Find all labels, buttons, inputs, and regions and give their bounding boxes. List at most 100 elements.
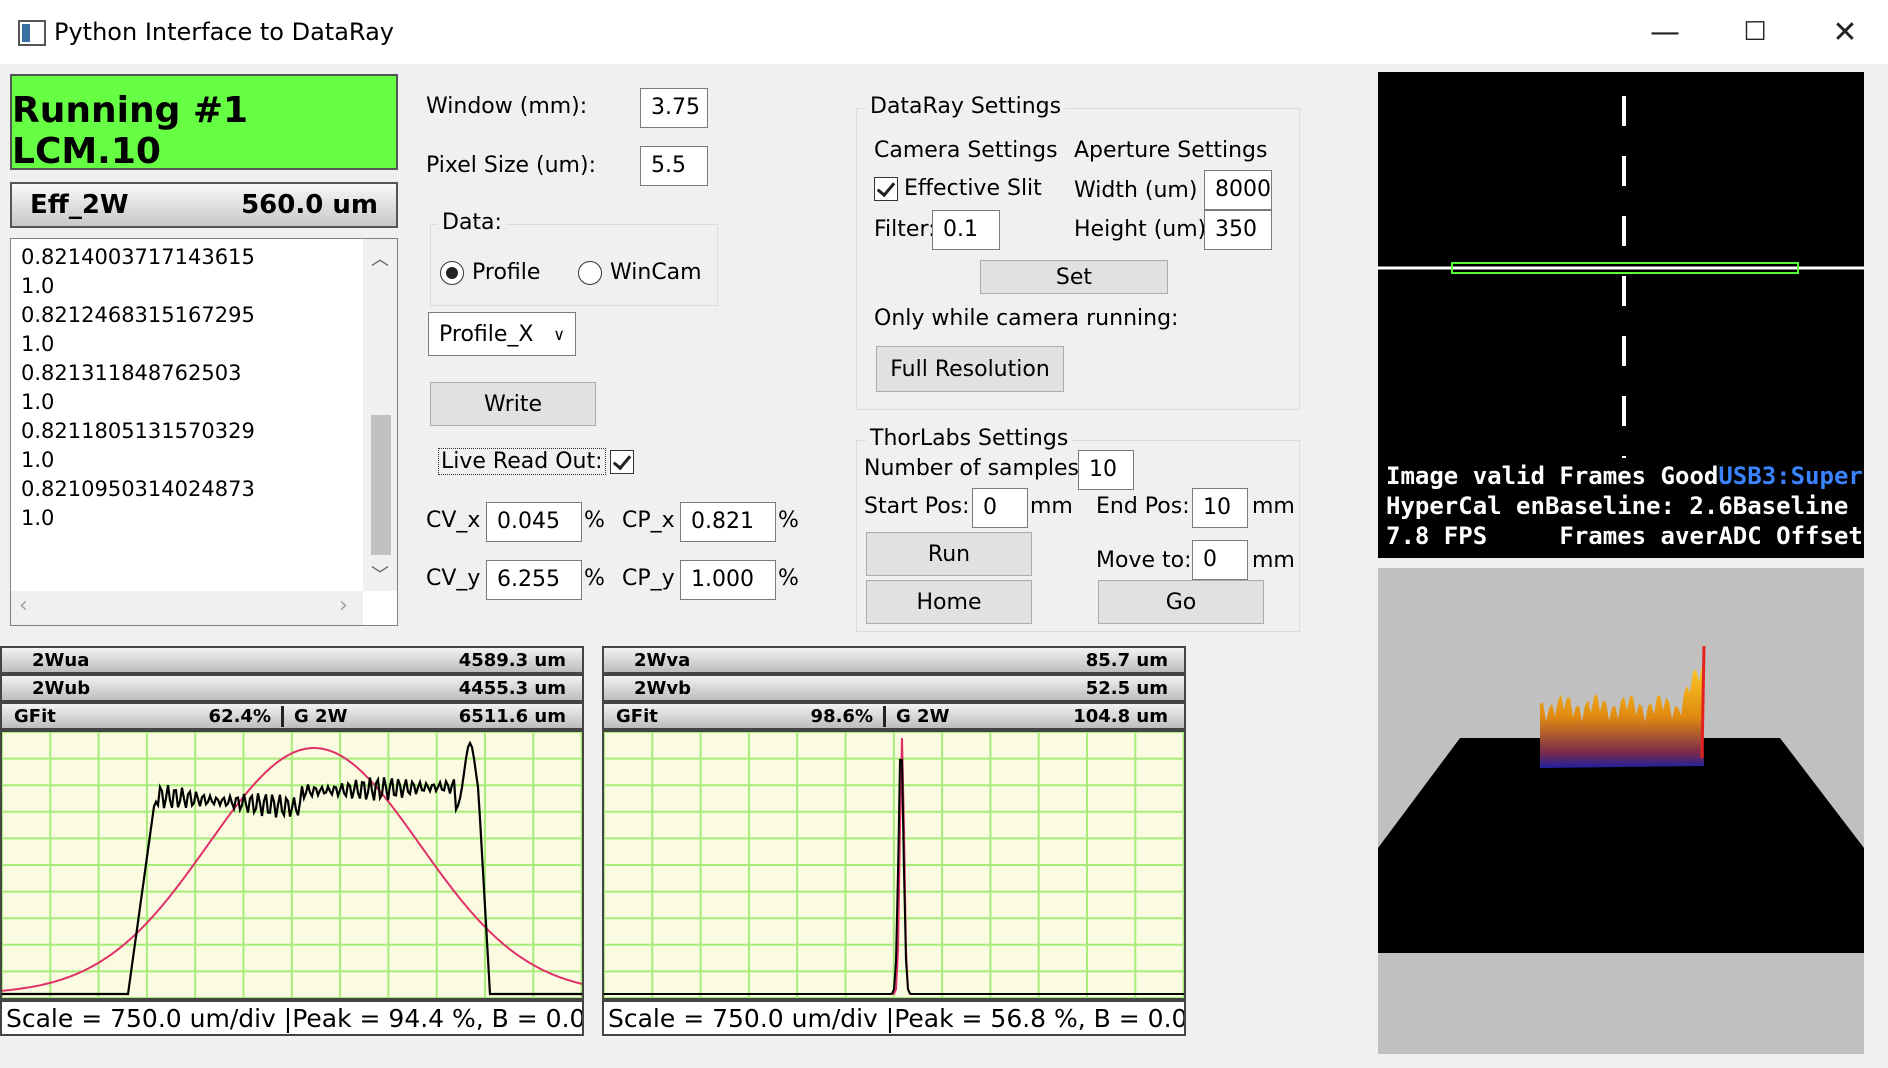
scroll-left-icon[interactable]: ‹ [19, 593, 28, 618]
radio-profile-dot[interactable] [440, 260, 464, 285]
2wub-label: 2Wub [32, 677, 91, 699]
move-to-field[interactable]: 0 [1192, 540, 1248, 580]
camera-line-2: HyperCal enBaseline: 2.6Baseline STD [1386, 492, 1864, 520]
list-item[interactable]: 1.0 [21, 330, 255, 359]
profile-x-chart [1, 731, 583, 999]
dataray-settings-title: DataRay Settings [866, 94, 1066, 119]
profile-x-row3: GFit 62.4% G 2W 6511.6 um [0, 702, 584, 730]
list-item[interactable]: 1.0 [21, 388, 255, 417]
maximize-icon[interactable]: ☐ [1710, 0, 1800, 64]
scroll-up-icon[interactable]: ︿ [371, 245, 389, 271]
profile-y-chart [603, 731, 1185, 999]
radio-profile[interactable]: Profile [440, 260, 540, 285]
2wvb-value: 52.5 um [1085, 677, 1168, 699]
height-field[interactable]: 350 [1204, 210, 1272, 250]
results-listbox[interactable]: 0.8214003717143615 1.0 0.8212468315167295 1… [10, 238, 398, 626]
cvy-unit: % [584, 566, 605, 591]
data-group-title: Data: [438, 210, 506, 235]
app-icon [18, 20, 46, 46]
camera-line-1: Image valid Frames GoodUSB3:SuperS [1386, 462, 1864, 490]
profile-y-row1: 2Wva 85.7 um [602, 646, 1186, 674]
move-to-unit: mm [1252, 548, 1295, 573]
gfit-y-value: 98.6% [810, 705, 873, 727]
cpy-label: CP_y [622, 566, 675, 591]
list-item[interactable]: 0.8211805131570329 [21, 417, 255, 446]
cvx-field[interactable]: 0.045 [486, 502, 582, 542]
run-button[interactable]: Run [866, 532, 1032, 576]
camera-image[interactable]: Image valid Frames GoodUSB3:SuperS Hyper… [1378, 72, 1864, 558]
cpx-field[interactable]: 0.821 [680, 502, 776, 542]
chevron-down-icon[interactable]: ∨ [553, 325, 565, 344]
radio-profile-label: Profile [472, 260, 541, 285]
profile-x-plot[interactable] [0, 730, 584, 1000]
list-item[interactable]: 0.8212468315167295 [21, 301, 255, 330]
cvy-field[interactable]: 6.255 [486, 560, 582, 600]
cvy-label: CV_y [426, 566, 481, 591]
minimize-icon[interactable]: — [1620, 0, 1710, 64]
horizontal-scrollbar[interactable]: ‹ › [11, 591, 363, 625]
radio-wincam[interactable]: WinCam [578, 260, 702, 285]
profile-y-row3: GFit 98.6% G 2W 104.8 um [602, 702, 1186, 730]
pixel-size-field[interactable]: 5.5 [640, 146, 708, 186]
profile-dropdown[interactable]: Profile_X ∨ [428, 312, 576, 356]
scroll-thumb[interactable] [371, 415, 391, 555]
effective-slit-checkbox[interactable] [874, 176, 898, 201]
go-button[interactable]: Go [1098, 580, 1264, 624]
2wvb-label: 2Wvb [634, 677, 691, 699]
end-pos-field[interactable]: 10 [1192, 488, 1248, 528]
cpx-label: CP_x [622, 508, 675, 533]
list-item[interactable]: 1.0 [21, 272, 255, 301]
cpy-field[interactable]: 1.000 [680, 560, 776, 600]
running-status: Running #1 LCM.10 [10, 74, 398, 172]
width-label: Width (um) [1074, 178, 1198, 203]
aperture-settings-title: Aperture Settings [1074, 138, 1268, 163]
effective-slit[interactable]: Effective Slit [874, 176, 1042, 201]
live-read-out-checkbox[interactable] [609, 449, 634, 474]
filter-field[interactable]: 0.1 [932, 210, 1000, 250]
profile-dropdown-value: Profile_X [439, 321, 534, 347]
g2w-x-label: G 2W [294, 705, 348, 727]
samples-field[interactable]: 10 [1078, 450, 1134, 490]
live-read-out[interactable]: Live Read Out: [438, 448, 634, 475]
close-icon[interactable]: ✕ [1800, 0, 1888, 64]
vertical-scrollbar[interactable]: ︿ ﹀ [363, 239, 397, 591]
camera-frames-good: Frames Good [1559, 462, 1719, 490]
eff-label: Eff_2W [30, 190, 129, 220]
profile-y-row2: 2Wvb 52.5 um [602, 674, 1186, 702]
full-resolution-button[interactable]: Full Resolution [876, 346, 1064, 392]
beam-3d-view[interactable] [1378, 568, 1864, 1054]
camera-adc-offset: Frames averADC Offset: - [1559, 522, 1864, 550]
camera-image-valid: Image valid [1386, 462, 1545, 490]
camera-settings-title: Camera Settings [874, 138, 1058, 163]
profile-y-footer: Scale = 750.0 um/div |Peak = 56.8 %, B =… [602, 1000, 1186, 1036]
list-item[interactable]: 0.821311848762503 [21, 359, 255, 388]
window-title: Python Interface to DataRay [54, 18, 394, 46]
list-item[interactable]: 1.0 [21, 504, 255, 533]
radio-wincam-dot[interactable] [578, 260, 602, 285]
thorlabs-settings-title: ThorLabs Settings [866, 426, 1073, 451]
radio-wincam-label: WinCam [610, 260, 702, 285]
samples-label: Number of samples: [864, 456, 1087, 481]
profile-y-plot[interactable] [602, 730, 1186, 1000]
window-field[interactable]: 3.75 [640, 88, 708, 128]
render-floor [1378, 738, 1864, 953]
list-item[interactable]: 0.8210950314024873 [21, 475, 255, 504]
width-field[interactable]: 8000 [1204, 170, 1272, 210]
cvx-unit: % [584, 508, 605, 533]
list-items: 0.8214003717143615 1.0 0.8212468315167295 1… [21, 243, 255, 533]
start-pos-unit: mm [1030, 494, 1073, 519]
scroll-right-icon[interactable]: › [339, 593, 348, 618]
pixel-size-label: Pixel Size (um): [426, 153, 596, 178]
profile-x-row1: 2Wua 4589.3 um [0, 646, 584, 674]
home-button[interactable]: Home [866, 580, 1032, 624]
start-pos-field[interactable]: 0 [972, 488, 1028, 528]
2wub-value: 4455.3 um [458, 677, 566, 699]
scroll-down-icon[interactable]: ﹀ [371, 561, 389, 587]
cpx-unit: % [778, 508, 799, 533]
list-item[interactable]: 1.0 [21, 446, 255, 475]
set-button[interactable]: Set [980, 260, 1168, 294]
beam-edge [1700, 645, 1706, 759]
write-button[interactable]: Write [430, 382, 596, 426]
live-read-out-label: Live Read Out: [438, 448, 606, 475]
list-item[interactable]: 0.8214003717143615 [21, 243, 255, 272]
